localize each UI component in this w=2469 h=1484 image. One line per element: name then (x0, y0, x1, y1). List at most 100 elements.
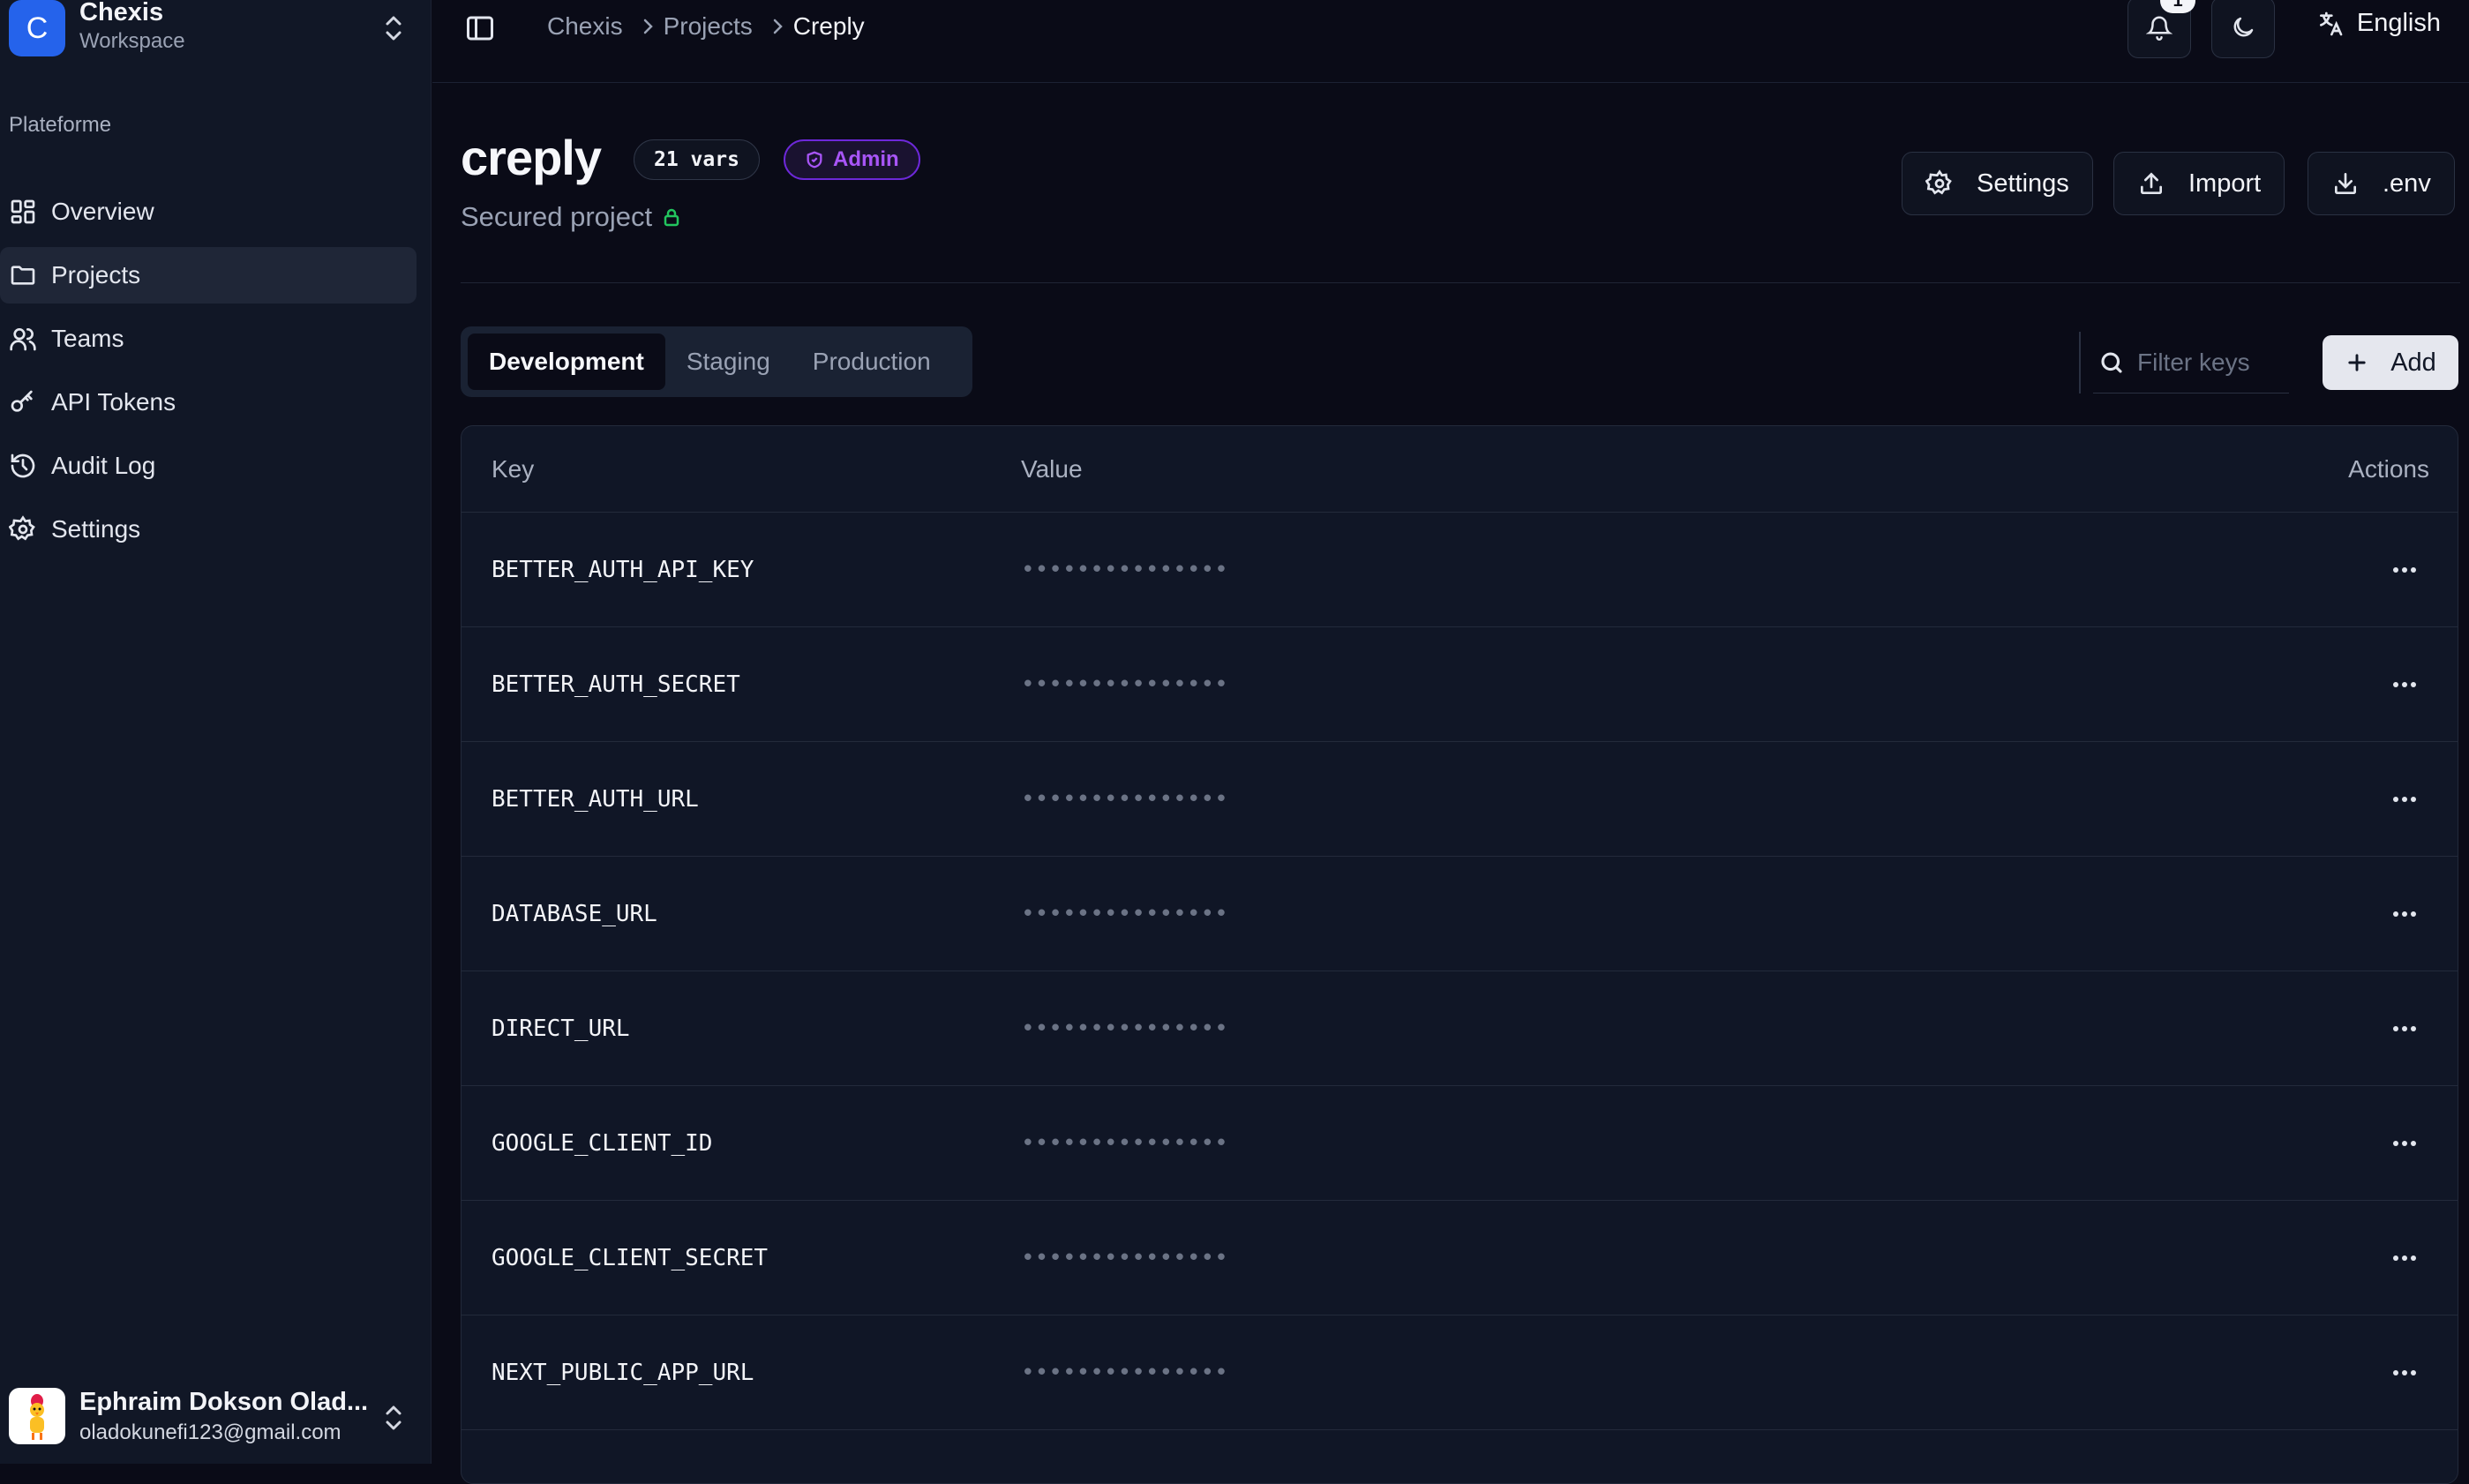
tab-staging[interactable]: Staging (665, 334, 792, 390)
header-divider (461, 282, 2460, 283)
sidebar-item-label: Audit Log (51, 452, 156, 479)
settings-button-label: Settings (1977, 169, 2069, 198)
download-icon (2335, 173, 2356, 194)
variable-key: GOOGLE_CLIENT_ID (492, 1129, 713, 1157)
table-header: Key Value Actions (462, 426, 2458, 513)
more-horizontal-icon[interactable] (2387, 1011, 2422, 1046)
variable-key: NEXT_PUBLIC_APP_URL (492, 1359, 754, 1386)
more-horizontal-icon[interactable] (2387, 1240, 2422, 1276)
nav-group-label: Plateforme (9, 113, 112, 137)
sidebar-item-label: Teams (51, 325, 124, 352)
add-button-label: Add (2390, 348, 2436, 377)
table-row: GOOGLE_CLIENT_SECRET ••••••••••••••• (462, 1201, 2458, 1315)
workspace-name: Chexis (79, 0, 164, 26)
project-subtitle: Secured project (461, 201, 682, 233)
gear-icon (1925, 169, 1952, 195)
table-row: BETTER_AUTH_SECRET ••••••••••••••• (462, 627, 2458, 742)
filter-container (2079, 332, 2289, 393)
user-name: Ephraim Dokson Olad... (79, 1387, 369, 1416)
table-row: BETTER_AUTH_API_KEY ••••••••••••••• (462, 513, 2458, 627)
notification-count-badge: 1 (2160, 0, 2195, 13)
more-horizontal-icon[interactable] (2387, 782, 2422, 817)
variable-value-masked[interactable]: ••••••••••••••• (1021, 1130, 1228, 1157)
breadcrumb: Chexis Projects Creply (547, 12, 865, 41)
sidebar-item-settings[interactable]: Settings (0, 501, 417, 558)
notifications-button[interactable]: 1 (2128, 0, 2195, 58)
language-selector[interactable]: English (2316, 9, 2441, 38)
variable-key: BETTER_AUTH_API_KEY (492, 556, 754, 583)
variables-table: Key Value Actions BETTER_AUTH_API_KEY ••… (461, 425, 2458, 1484)
more-horizontal-icon[interactable] (2387, 896, 2422, 932)
tab-production[interactable]: Production (792, 334, 952, 390)
more-horizontal-icon[interactable] (2387, 1126, 2422, 1161)
breadcrumb-workspace[interactable]: Chexis (547, 12, 623, 41)
role-badge: Admin (784, 139, 920, 180)
variable-value-masked[interactable]: ••••••••••••••• (1021, 671, 1228, 698)
variable-value-masked[interactable]: ••••••••••••••• (1021, 1360, 1228, 1386)
avatar (9, 1388, 65, 1444)
moon-icon (2233, 17, 2254, 37)
workspace-switcher[interactable]: C Chexis Workspace (9, 0, 424, 56)
plus-icon (2348, 354, 2366, 371)
dashboard-icon (11, 199, 35, 224)
key-icon (11, 390, 33, 412)
sidebar-item-teams[interactable]: Teams (0, 311, 417, 367)
sidebar-item-projects[interactable]: Projects (0, 247, 417, 304)
tab-development[interactable]: Development (468, 334, 665, 390)
sidebar: C Chexis Workspace Plateforme Overview P… (0, 0, 432, 1464)
variable-value-masked[interactable]: ••••••••••••••• (1021, 786, 1228, 813)
vars-count-badge: 21 vars (634, 139, 760, 180)
import-button-label: Import (2188, 169, 2262, 198)
column-header-key: Key (492, 454, 535, 483)
sidebar-item-label: Overview (51, 198, 154, 225)
chevron-right-icon (772, 17, 784, 36)
sidebar-toggle-icon[interactable] (464, 12, 496, 49)
language-label: English (2356, 9, 2441, 37)
sidebar-item-label: API Tokens (51, 388, 176, 416)
chevrons-up-down-icon (381, 1402, 406, 1438)
table-row: DATABASE_URL ••••••••••••••• (462, 857, 2458, 971)
table-row: GOOGLE_CLIENT_ID ••••••••••••••• (462, 1086, 2458, 1201)
more-horizontal-icon[interactable] (2387, 667, 2422, 702)
variable-key: DIRECT_URL (492, 1015, 630, 1042)
breadcrumb-projects[interactable]: Projects (664, 12, 753, 41)
sidebar-item-audit-log[interactable]: Audit Log (0, 438, 417, 494)
sidebar-item-api-tokens[interactable]: API Tokens (0, 374, 417, 431)
environment-tabs: Development Staging Production (461, 326, 972, 397)
variable-value-masked[interactable]: ••••••••••••••• (1021, 1245, 1228, 1271)
chevrons-up-down-icon (381, 12, 406, 49)
shield-icon (807, 151, 822, 169)
translate-icon (2319, 11, 2343, 35)
upload-icon (2141, 172, 2162, 194)
workspace-subtitle: Workspace (79, 28, 185, 53)
breadcrumb-current: Creply (792, 12, 865, 40)
gear-icon (9, 515, 35, 541)
variable-value-masked[interactable]: ••••••••••••••• (1021, 557, 1228, 583)
sidebar-item-overview[interactable]: Overview (0, 184, 417, 240)
user-email: oladokunefi123@gmail.com (79, 1420, 341, 1444)
sidebar-item-label: Projects (51, 261, 141, 289)
variable-key: DATABASE_URL (492, 900, 657, 927)
theme-toggle-button[interactable] (2211, 0, 2275, 58)
more-horizontal-icon[interactable] (2387, 552, 2422, 588)
sidebar-item-label: Settings (51, 515, 141, 543)
table-row: DIRECT_URL ••••••••••••••• (462, 971, 2458, 1086)
search-icon (2101, 351, 2122, 373)
role-badge-label: Admin (833, 147, 899, 171)
column-header-value: Value (1021, 454, 1083, 483)
filter-keys-input[interactable] (2137, 348, 2278, 377)
import-button[interactable]: Import (2113, 152, 2285, 215)
add-variable-button[interactable]: Add (2323, 335, 2458, 390)
project-subtitle-text: Secured project (461, 201, 653, 232)
top-bar: Chexis Projects Creply 1 English (432, 0, 2469, 83)
download-env-button[interactable]: .env (2308, 152, 2455, 215)
page-title: creply (461, 130, 602, 185)
bell-icon (2146, 16, 2173, 41)
variable-value-masked[interactable]: ••••••••••••••• (1021, 901, 1228, 927)
settings-button[interactable]: Settings (1902, 152, 2093, 215)
user-menu[interactable]: Ephraim Dokson Olad... oladokunefi123@gm… (9, 1386, 424, 1446)
more-horizontal-icon[interactable] (2387, 1355, 2422, 1390)
table-row: NEXT_PUBLIC_APP_URL ••••••••••••••• (462, 1315, 2458, 1430)
lock-icon (664, 208, 679, 227)
variable-value-masked[interactable]: ••••••••••••••• (1021, 1016, 1228, 1042)
